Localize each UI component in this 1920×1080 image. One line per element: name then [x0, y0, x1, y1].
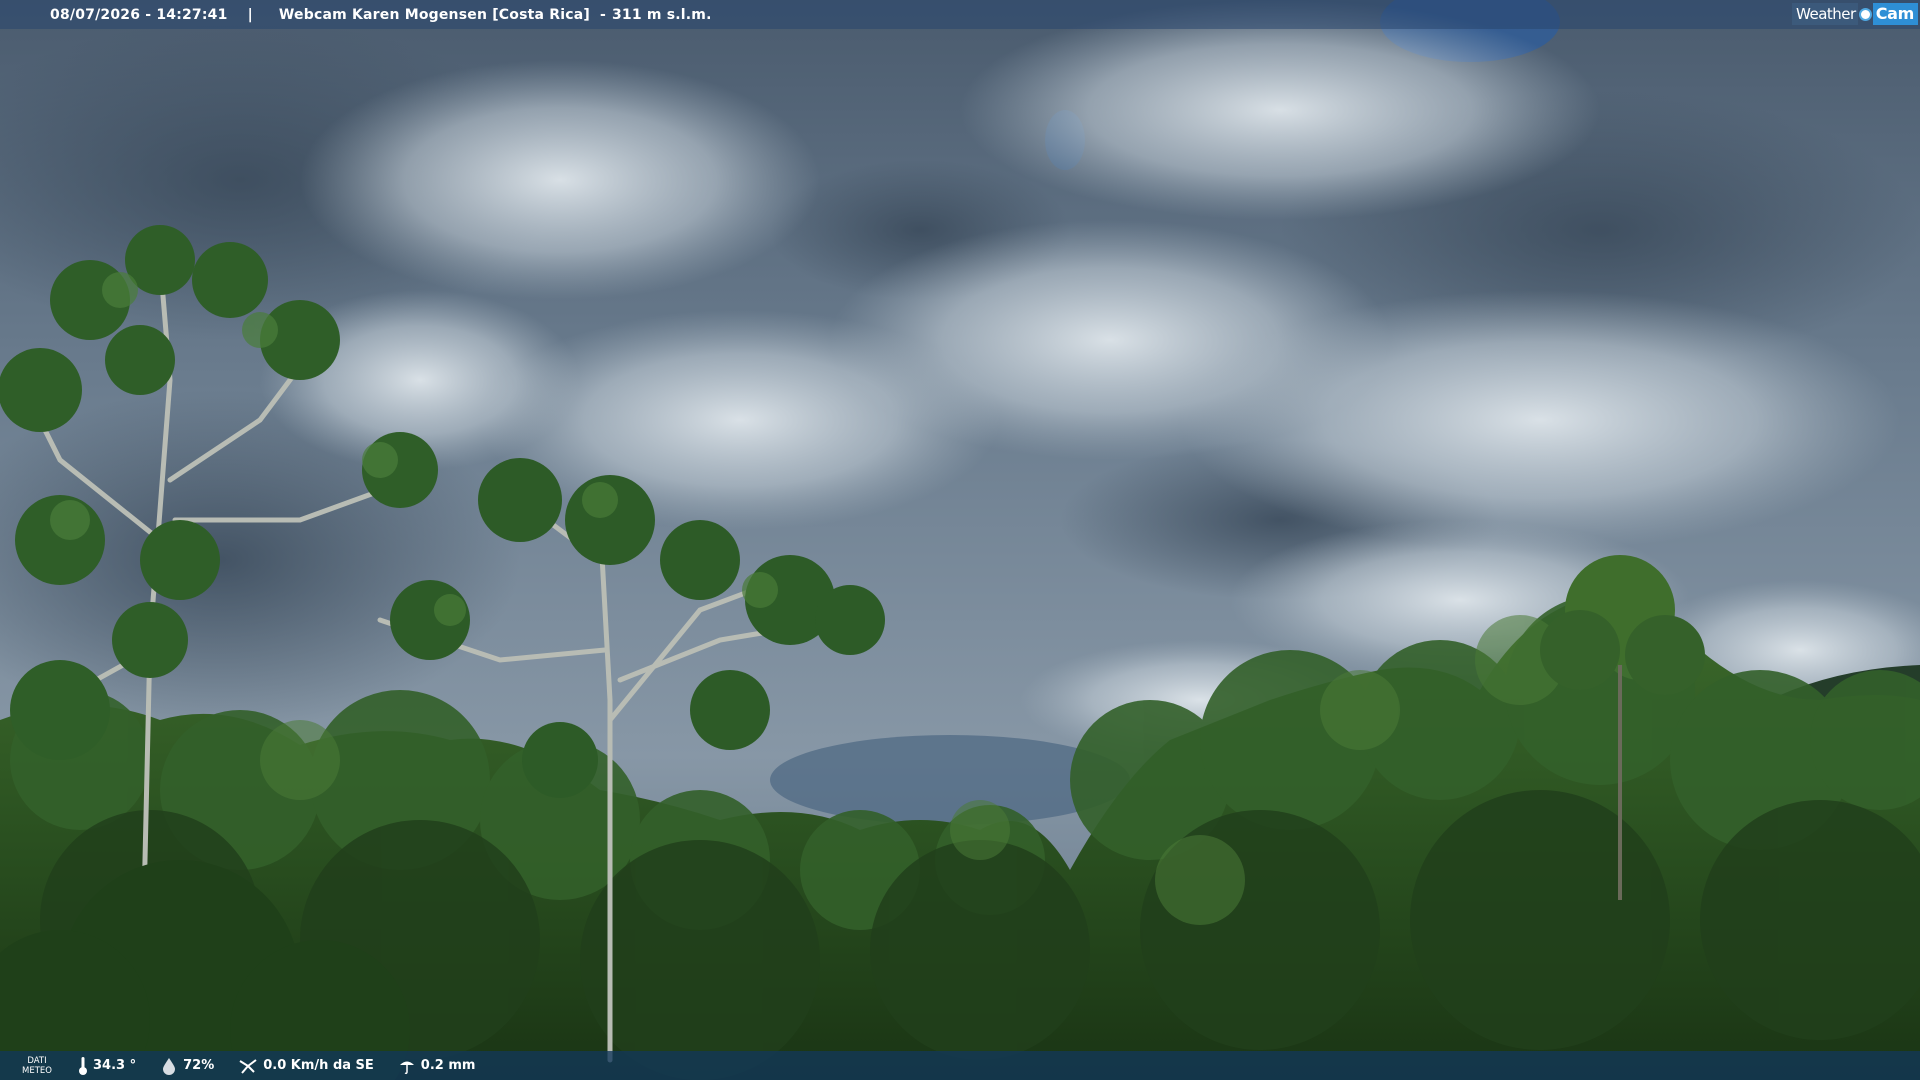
wind-value: 0.0 Km/h da SE [263, 1058, 374, 1073]
weathercam-logo[interactable]: Weather Cam [1792, 3, 1918, 25]
logo-dot-icon [1858, 7, 1872, 21]
rain-metric: 0.2 mm [398, 1057, 476, 1075]
dati-meteo-label: DATI METEO [20, 1056, 54, 1076]
rain-icon [399, 1061, 414, 1074]
dati-label-line2: METEO [22, 1065, 52, 1076]
wind-icon [239, 1058, 257, 1074]
logo-cam-text: Cam [1872, 3, 1918, 25]
humidity-metric: 72% [160, 1057, 214, 1075]
webcam-frame: 08/07/2026 - 14:27:41 | Webcam Karen Mog… [0, 0, 1920, 1080]
station-name: Webcam Karen Mogensen [Costa Rica] [278, 6, 590, 23]
rain-value: 0.2 mm [420, 1058, 476, 1073]
altitude-text: 311 m s.l.m. [611, 6, 712, 23]
wind-metric: 0.0 Km/h da SE [238, 1057, 374, 1075]
webcam-image [0, 0, 1920, 1080]
temperature-metric: 34.3 ° [78, 1056, 136, 1076]
logo-weather-text: Weather [1792, 3, 1858, 25]
thermometer-icon [79, 1056, 87, 1075]
dash-separator: - [599, 6, 606, 23]
temperature-value: 34.3 ° [93, 1058, 137, 1073]
top-info-bar: 08/07/2026 - 14:27:41 | Webcam Karen Mog… [0, 0, 1920, 29]
dati-label-line1: DATI [27, 1055, 47, 1066]
separator: | [247, 6, 253, 23]
datetime-text: 08/07/2026 - 14:27:41 [50, 6, 228, 23]
humidity-value: 72% [183, 1058, 215, 1073]
weather-data-bar: DATI METEO 34.3 ° 72% 0.0 Km/h da SE 0.2… [0, 1051, 1920, 1080]
humidity-drop-icon [163, 1057, 176, 1075]
